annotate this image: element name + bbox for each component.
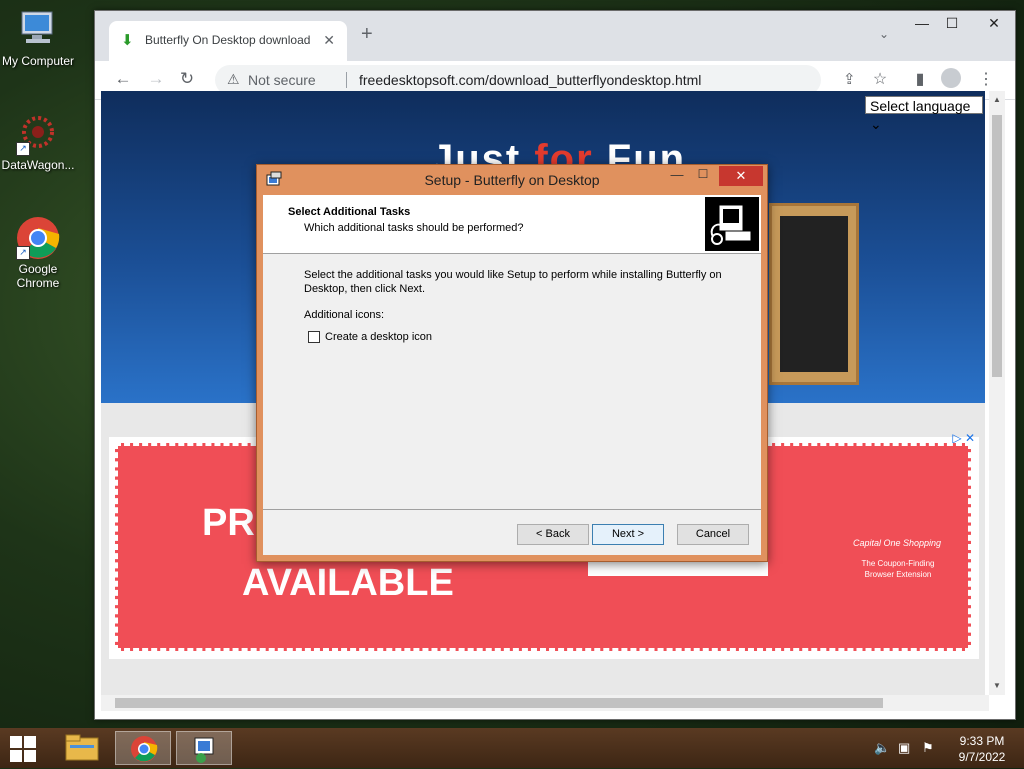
footer-divider [263, 509, 761, 510]
language-select[interactable]: Select language ⌄ [865, 96, 983, 132]
scroll-down-arrow-icon[interactable]: ▼ [993, 681, 1001, 690]
desktop-icon-checkbox[interactable] [308, 331, 320, 343]
ad-tagline: The Coupon-Finding Browser Extension [861, 559, 935, 579]
dialog-minimize-button[interactable]: — [665, 167, 689, 182]
shortcut-arrow-icon: ↗ [16, 246, 30, 260]
volume-muted-icon[interactable]: 🔈 [874, 740, 890, 756]
desktop-icon-my-computer[interactable]: My Computer [0, 8, 76, 68]
side-panel-icon[interactable]: ▮ [909, 69, 931, 89]
back-arrow-icon[interactable]: ← [112, 69, 134, 89]
setup-subheading: Which additional tasks should be perform… [304, 222, 524, 234]
setup-heading: Select Additional Tasks [288, 206, 411, 218]
start-button[interactable] [10, 736, 36, 762]
url-text[interactable]: freedesktopsoft.com/download_butterflyon… [359, 72, 701, 88]
profile-avatar-icon[interactable] [941, 68, 961, 88]
desktop-icon-checkbox-label[interactable]: Create a desktop icon [325, 331, 432, 343]
computer-icon [16, 8, 60, 52]
menu-kebab-icon[interactable]: ⋮ [975, 69, 997, 89]
share-icon[interactable]: ⇪ [843, 70, 856, 88]
clock-time: 9:33 PM [959, 734, 1005, 748]
tab-title: Butterfly On Desktop download [145, 33, 311, 47]
setup-header: Select Additional Tasks Which additional… [263, 195, 761, 254]
vertical-scrollbar[interactable]: ▲ ▼ [989, 91, 1005, 695]
desktop-icon-google-chrome[interactable]: ↗ Google Chrome [0, 216, 76, 290]
cancel-button[interactable]: Cancel [677, 524, 749, 545]
windows-logo-icon [10, 736, 22, 748]
new-tab-button[interactable]: + [361, 24, 373, 44]
browser-tab[interactable]: ⬇ Butterfly On Desktop download ✕ [109, 21, 347, 61]
desktop-icon-label: Google Chrome [16, 262, 60, 290]
chrome-icon [131, 736, 158, 762]
tab-search-chevron-icon[interactable]: ⌄ [879, 27, 889, 41]
desktop-icon-datawagon[interactable]: ↗ DataWagon... [0, 112, 76, 172]
chalkboard-image [769, 203, 859, 385]
horizontal-scroll-thumb[interactable] [115, 698, 883, 708]
taskbar-setup[interactable] [176, 731, 232, 765]
ad-headline-2: AVAILABLE [242, 562, 454, 604]
chrome-icon: ↗ [16, 216, 60, 260]
vertical-scroll-thumb[interactable] [992, 115, 1002, 377]
window-close-button[interactable]: ✕ [979, 15, 1009, 32]
setup-body: Select Additional Tasks Which additional… [263, 195, 761, 555]
forward-arrow-icon[interactable]: → [145, 69, 167, 89]
window-minimize-button[interactable]: — [907, 15, 937, 31]
clock-date: 9/7/2022 [958, 750, 1006, 764]
scroll-up-arrow-icon[interactable]: ▲ [993, 95, 1001, 104]
taskbar: 🔈 ▣ ⚑ 9:33 PM 9/7/2022 [0, 728, 1024, 768]
bookmark-star-icon[interactable]: ☆ [869, 69, 891, 89]
download-icon: ⬇ [121, 32, 134, 49]
setup-description: Select the additional tasks you would li… [304, 269, 722, 295]
action-center-flag-icon[interactable]: ⚑ [922, 740, 934, 756]
back-button[interactable]: < Back [517, 524, 589, 545]
desktop-icon-label: DataWagon... [1, 158, 75, 172]
taskbar-file-explorer[interactable] [54, 731, 110, 765]
window-maximize-button[interactable]: ☐ [937, 15, 967, 32]
dialog-close-button[interactable]: ✕ [719, 166, 763, 186]
shortcut-arrow-icon: ↗ [16, 142, 30, 156]
horizontal-scrollbar[interactable] [101, 695, 989, 711]
additional-icons-label: Additional icons: [304, 309, 385, 321]
reload-icon[interactable]: ↻ [176, 69, 198, 89]
network-icon[interactable]: ▣ [898, 740, 910, 756]
ad-brand: Capital One Shopping [853, 538, 942, 548]
tab-close-icon[interactable]: ✕ [323, 32, 335, 49]
warning-triangle-icon[interactable]: ⚠ [227, 71, 240, 88]
setup-dialog: Setup - Butterfly on Desktop — ☐ ✕ Selec… [256, 164, 768, 562]
desktop-icon-label: My Computer [1, 54, 75, 68]
system-clock[interactable]: 9:33 PM 9/7/2022 [946, 733, 1018, 765]
taskbar-chrome[interactable] [115, 731, 171, 765]
setup-titlebar[interactable]: Setup - Butterfly on Desktop — ☐ ✕ [257, 165, 767, 195]
next-button[interactable]: Next > [592, 524, 664, 545]
folder-icon [65, 734, 99, 761]
setup-computer-icon [705, 197, 759, 251]
browser-titlebar: ⬇ Butterfly On Desktop download ✕ + ⌄ — … [95, 11, 1015, 61]
dialog-maximize-button[interactable]: ☐ [691, 167, 715, 181]
address-separator [346, 72, 347, 88]
security-label[interactable]: Not secure [248, 72, 316, 88]
datawagon-icon: ↗ [16, 112, 60, 156]
installer-icon [194, 737, 214, 763]
